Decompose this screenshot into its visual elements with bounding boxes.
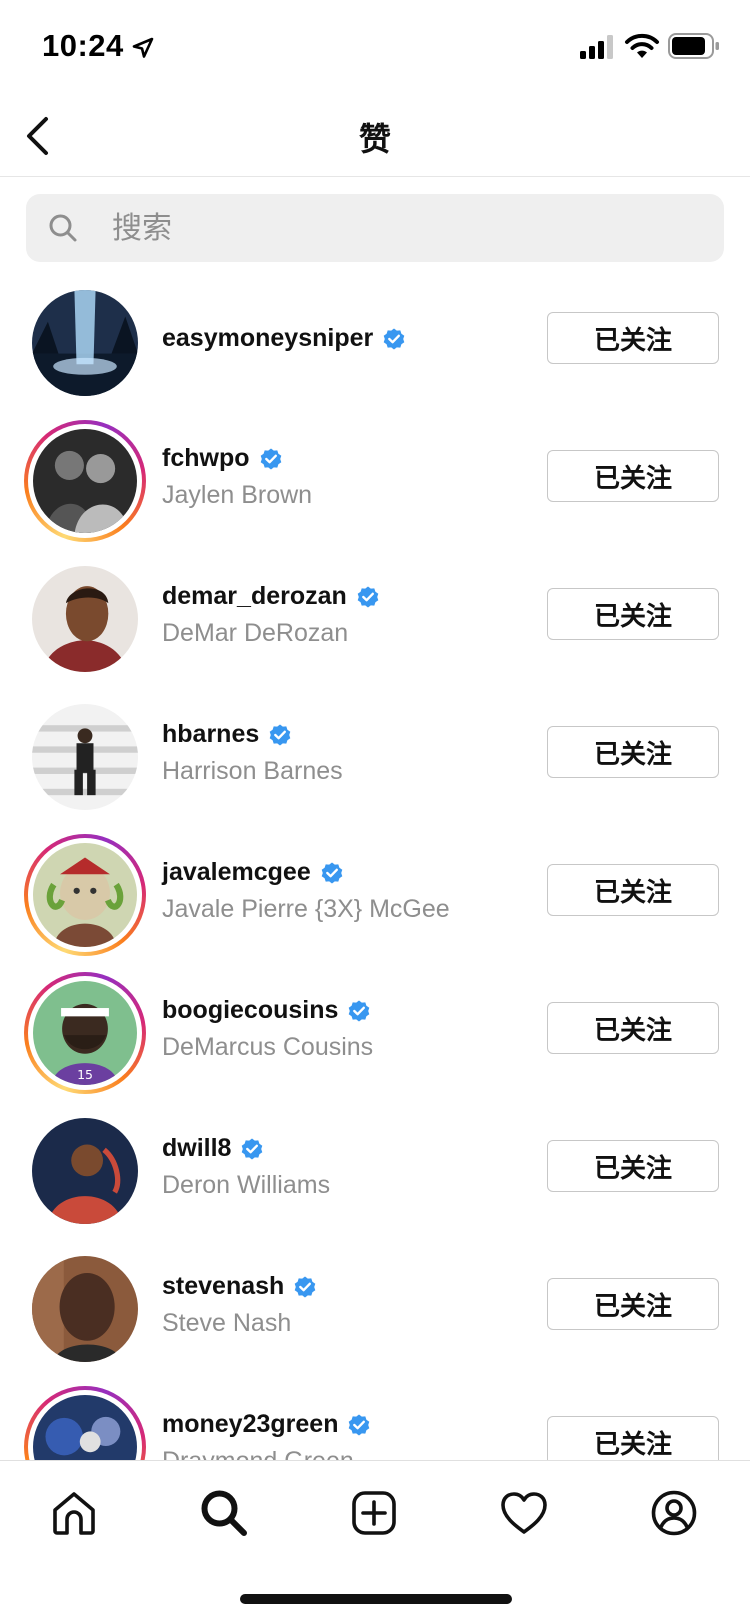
location-arrow-icon: [132, 37, 154, 58]
profile-icon: [651, 1490, 697, 1536]
tab-search[interactable]: [196, 1485, 252, 1541]
tab-home[interactable]: [46, 1485, 102, 1541]
list-item[interactable]: hbarnes Harrison Barnes 已关注: [0, 690, 750, 828]
following-button[interactable]: 已关注: [547, 864, 719, 916]
username: demar_derozan: [162, 582, 347, 610]
user-names[interactable]: demar_derozan DeMar DeRozan: [162, 582, 522, 648]
username: javalemcgee: [162, 858, 311, 886]
list-item[interactable]: javalemcgee Javale Pierre {3X} McGee 已关注: [0, 828, 750, 966]
username: stevenash: [162, 1272, 285, 1300]
home-icon: [53, 1492, 95, 1535]
avatar-image: [28, 838, 142, 952]
following-button[interactable]: 已关注: [547, 312, 719, 364]
verified-badge-icon: [260, 448, 281, 469]
battery-icon: [668, 33, 719, 59]
verified-badge-icon: [269, 724, 291, 745]
avatar[interactable]: [24, 1386, 146, 1460]
avatar[interactable]: [24, 420, 146, 542]
username: fchwpo: [162, 444, 250, 472]
user-names[interactable]: fchwpo Jaylen Brown: [162, 444, 522, 510]
following-button[interactable]: 已关注: [547, 1140, 719, 1192]
avatar-image: [28, 1390, 142, 1460]
user-names[interactable]: money23green Draymond Green: [162, 1410, 522, 1460]
full-name: Steve Nash: [162, 1309, 292, 1337]
user-names[interactable]: javalemcgee Javale Pierre {3X} McGee: [162, 858, 522, 924]
user-names[interactable]: hbarnes Harrison Barnes: [162, 720, 522, 786]
avatar-image: [32, 290, 138, 396]
avatar[interactable]: [24, 696, 146, 818]
avatar[interactable]: [24, 558, 146, 680]
following-button[interactable]: 已关注: [547, 588, 719, 640]
full-name: Jaylen Brown: [162, 481, 313, 509]
avatar[interactable]: [24, 834, 146, 956]
user-names[interactable]: boogiecousins DeMarcus Cousins: [162, 996, 522, 1062]
full-name: Harrison Barnes: [162, 757, 343, 785]
full-name: DeMar DeRozan: [162, 619, 349, 647]
svg-text:15: 15: [77, 1067, 93, 1082]
heart-icon: [501, 1492, 547, 1534]
tab-profile[interactable]: [646, 1485, 702, 1541]
verified-badge-icon: [383, 328, 405, 349]
username: hbarnes: [162, 720, 260, 748]
user-names[interactable]: stevenash Steve Nash: [162, 1272, 522, 1338]
verified-badge-icon: [242, 1138, 263, 1159]
list-item[interactable]: fchwpo Jaylen Brown 已关注: [0, 414, 750, 552]
cellular-signal-icon: [580, 35, 613, 59]
tab-create[interactable]: [346, 1485, 402, 1541]
list-item[interactable]: 15 boogiecousins DeMarcus Cousins 已关注: [0, 966, 750, 1104]
list-item[interactable]: stevenash Steve Nash 已关注: [0, 1242, 750, 1380]
list-item[interactable]: dwill8 Deron Williams 已关注: [0, 1104, 750, 1242]
avatar[interactable]: 15: [24, 972, 146, 1094]
verified-badge-icon: [349, 1000, 370, 1021]
following-button[interactable]: 已关注: [547, 726, 719, 778]
user-names[interactable]: easymoneysniper: [162, 324, 522, 353]
full-name: Deron Williams: [162, 1171, 331, 1199]
following-button[interactable]: 已关注: [547, 1416, 719, 1460]
avatar-image: [32, 1256, 138, 1362]
status-time: 10:24: [42, 28, 124, 63]
list-item[interactable]: money23green Draymond Green 已关注: [0, 1380, 750, 1460]
page-title: 赞: [358, 120, 391, 158]
username: money23green: [162, 1410, 339, 1438]
full-name: DeMarcus Cousins: [162, 1033, 374, 1061]
following-button[interactable]: 已关注: [547, 1002, 719, 1054]
search-icon: [201, 1490, 247, 1536]
avatar-image: [32, 704, 138, 810]
verified-badge-icon: [349, 1414, 370, 1435]
home-indicator: [240, 1594, 512, 1604]
full-name: Javale Pierre {3X} McGee: [162, 895, 450, 923]
user-names[interactable]: dwill8 Deron Williams: [162, 1134, 522, 1200]
username: dwill8: [162, 1134, 232, 1162]
list-item[interactable]: demar_derozan DeMar DeRozan 已关注: [0, 552, 750, 690]
tab-activity[interactable]: [496, 1485, 552, 1541]
avatar-image: [32, 1118, 138, 1224]
likes-list: easymoneysniper 已关注 fchwpo Jaylen Brown 已关注 d…: [0, 276, 750, 1460]
verified-badge-icon: [321, 862, 343, 883]
full-name: Draymond Green: [162, 1447, 522, 1460]
search-bar[interactable]: [26, 194, 724, 262]
create-icon: [352, 1491, 396, 1535]
following-button[interactable]: 已关注: [547, 1278, 719, 1330]
list-item[interactable]: easymoneysniper 已关注: [0, 276, 750, 414]
username: boogiecousins: [162, 996, 339, 1024]
avatar-image: [32, 566, 138, 672]
verified-badge-icon: [294, 1276, 316, 1297]
avatar-image: 15: [28, 976, 142, 1090]
avatar[interactable]: [24, 282, 146, 404]
nav-header: 赞: [0, 96, 750, 177]
verified-badge-icon: [357, 586, 379, 607]
status-bar: 10:24: [0, 0, 750, 96]
username: easymoneysniper: [162, 324, 374, 352]
avatar[interactable]: [24, 1248, 146, 1370]
avatar[interactable]: [24, 1110, 146, 1232]
search-input[interactable]: [112, 194, 692, 262]
search-icon: [49, 214, 77, 242]
wifi-icon: [625, 33, 659, 58]
following-button[interactable]: 已关注: [547, 450, 719, 502]
avatar-image: [28, 424, 142, 538]
